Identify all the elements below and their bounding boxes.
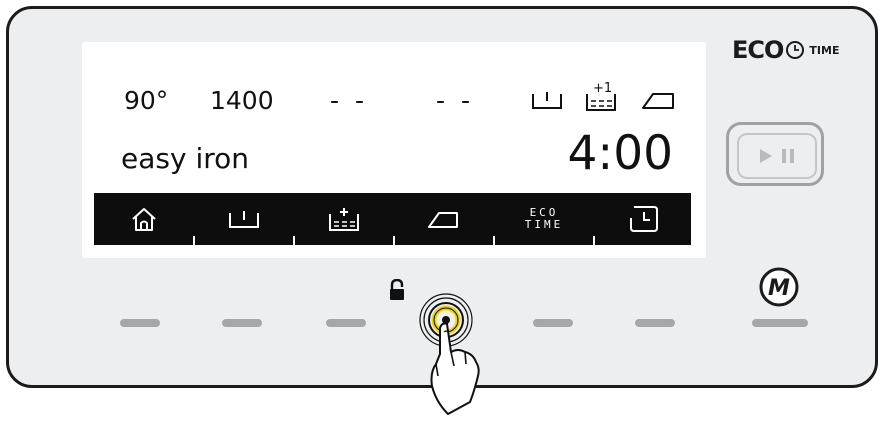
bar-divider	[493, 236, 495, 245]
extra-rinse-status-icon: +1	[586, 81, 616, 111]
start-pause-button[interactable]	[726, 122, 824, 186]
bar-divider	[293, 236, 295, 245]
touch-button-5[interactable]	[533, 319, 573, 327]
m-button[interactable]: M	[758, 266, 800, 308]
start-pause-frame	[737, 133, 817, 179]
option-extra-rinse	[294, 193, 394, 245]
bar-divider	[593, 236, 595, 245]
lock-icon	[390, 279, 404, 300]
delay-start-icon	[630, 206, 658, 232]
option-eco-time: ECO TIME	[494, 193, 594, 245]
prewash-status-icon	[532, 92, 562, 109]
touch-button-3[interactable]	[326, 319, 366, 327]
time-logo-text: TIME	[809, 43, 840, 57]
play-icon	[760, 149, 772, 163]
option-prewash	[194, 193, 294, 245]
eco-time-logo: ECO TIME	[732, 36, 839, 64]
home-icon	[132, 208, 156, 231]
iron-icon	[428, 212, 458, 228]
clock-icon	[786, 41, 805, 59]
touch-button-m[interactable]	[752, 319, 808, 327]
bar-divider	[393, 236, 395, 245]
child-lock-button-pressed[interactable]	[418, 292, 498, 424]
option-easy-iron	[394, 193, 494, 245]
remaining-time: 4:00	[567, 126, 673, 181]
option-bar: ECO TIME	[94, 193, 691, 245]
option-dashes-left: - -	[330, 86, 368, 115]
option-delay-start	[594, 193, 694, 245]
program-name: easy iron	[121, 142, 249, 175]
time-label: TIME	[524, 218, 564, 231]
temperature-value: 90°	[124, 86, 169, 115]
option-home	[94, 193, 194, 245]
prewash-icon	[229, 211, 259, 228]
option-dashes-right: - -	[436, 86, 474, 115]
finger-icon	[430, 322, 480, 415]
extra-rinse-icon	[329, 208, 359, 231]
plus-one-label: +1	[593, 81, 612, 96]
bar-divider	[193, 236, 195, 245]
pause-icon	[782, 149, 794, 163]
touch-button-1[interactable]	[120, 319, 160, 327]
eco-logo-text: ECO	[732, 36, 784, 64]
touch-button-6[interactable]	[635, 319, 675, 327]
touch-button-2[interactable]	[222, 319, 262, 327]
easy-iron-status-icon	[642, 93, 674, 109]
spin-speed-value: 1400	[210, 86, 274, 115]
m-button-label: M	[768, 276, 790, 301]
